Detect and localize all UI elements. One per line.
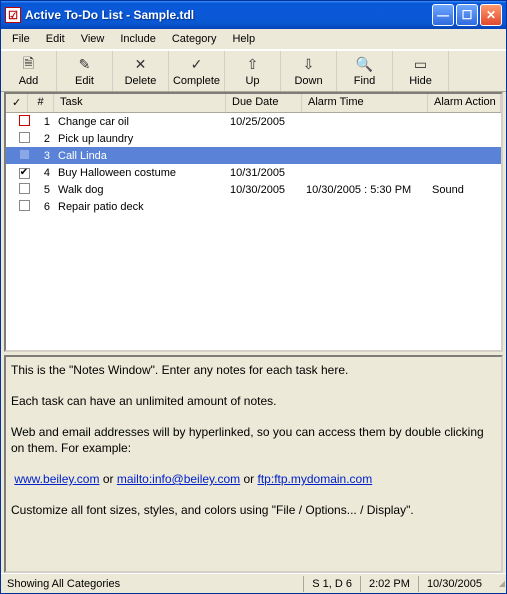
task-checkbox[interactable]: [19, 149, 30, 160]
down-icon: ⇩: [300, 56, 318, 74]
resize-grip-icon[interactable]: ◢: [490, 579, 506, 589]
hide-icon: ▭: [412, 56, 430, 74]
find-button[interactable]: 🔍Find: [337, 51, 393, 91]
task-list: ✓ # Task Due Date Alarm Time Alarm Actio…: [4, 92, 503, 352]
down-button-label: Down: [294, 75, 322, 87]
up-button-label: Up: [245, 75, 259, 87]
notes-panel[interactable]: This is the "Notes Window". Enter any no…: [4, 355, 503, 573]
add-button-label: Add: [19, 75, 39, 87]
status-counts: S 1, D 6: [303, 576, 360, 592]
menu-include[interactable]: Include: [113, 31, 162, 47]
col-num-header[interactable]: #: [28, 94, 54, 112]
task-num: 1: [34, 116, 54, 128]
minimize-button[interactable]: —: [432, 4, 454, 26]
edit-button[interactable]: ✎Edit: [57, 51, 113, 91]
close-button[interactable]: ✕: [480, 4, 502, 26]
menu-view[interactable]: View: [74, 31, 112, 47]
menubar: FileEditViewIncludeCategoryHelp: [1, 29, 506, 50]
task-name: Repair patio deck: [54, 201, 226, 213]
task-rows: 1Change car oil10/25/20052Pick up laundr…: [6, 113, 501, 350]
task-name: Change car oil: [54, 116, 226, 128]
menu-help[interactable]: Help: [225, 31, 262, 47]
task-due: 10/30/2005: [226, 184, 302, 196]
app-icon: ☑: [5, 7, 21, 23]
task-name: Pick up laundry: [54, 133, 226, 145]
complete-button-label: Complete: [173, 75, 220, 87]
find-icon: 🔍: [356, 56, 374, 74]
task-name: Buy Halloween costume: [54, 167, 226, 179]
task-row[interactable]: 3Call Linda: [6, 147, 501, 164]
toolbar: 🗎Add✎Edit✕Delete✓Complete⇧Up⇩Down🔍Find▭H…: [1, 50, 506, 92]
task-row[interactable]: 2Pick up laundry: [6, 130, 501, 147]
task-name: Walk dog: [54, 184, 226, 196]
add-icon: 🗎: [20, 56, 38, 74]
status-categories: Showing All Categories: [1, 576, 303, 592]
notes-line: This is the "Notes Window". Enter any no…: [11, 363, 496, 379]
notes-link-mail[interactable]: mailto:info@beiley.com: [117, 472, 240, 486]
delete-button-label: Delete: [125, 75, 157, 87]
status-date: 10/30/2005: [418, 576, 490, 592]
task-row[interactable]: 5Walk dog10/30/200510/30/2005 : 5:30 PMS…: [6, 181, 501, 198]
notes-link-web[interactable]: www.beiley.com: [14, 472, 99, 486]
task-due: 10/25/2005: [226, 116, 302, 128]
up-icon: ⇧: [244, 56, 262, 74]
task-due: 10/31/2005: [226, 167, 302, 179]
task-checkbox[interactable]: [19, 132, 30, 143]
task-name: Call Linda: [54, 150, 226, 162]
task-num: 3: [34, 150, 54, 162]
notes-links: www.beiley.com or mailto:info@beiley.com…: [11, 472, 496, 488]
task-checkbox[interactable]: [19, 200, 30, 211]
task-row[interactable]: 1Change car oil10/25/2005: [6, 113, 501, 130]
app-window: ☑ Active To-Do List - Sample.tdl — ☐ ✕ F…: [0, 0, 507, 594]
edit-button-label: Edit: [75, 75, 94, 87]
task-action: Sound: [428, 184, 501, 196]
complete-button[interactable]: ✓Complete: [169, 51, 225, 91]
titlebar[interactable]: ☑ Active To-Do List - Sample.tdl — ☐ ✕: [1, 1, 506, 29]
notes-line: Each task can have an unlimited amount o…: [11, 394, 496, 410]
status-time: 2:02 PM: [360, 576, 418, 592]
task-checkbox[interactable]: ✔: [19, 168, 30, 179]
delete-icon: ✕: [132, 56, 150, 74]
task-num: 5: [34, 184, 54, 196]
col-task-header[interactable]: Task: [54, 94, 226, 112]
column-header-row[interactable]: ✓ # Task Due Date Alarm Time Alarm Actio…: [6, 94, 501, 113]
task-num: 2: [34, 133, 54, 145]
task-alarm: 10/30/2005 : 5:30 PM: [302, 184, 428, 196]
menu-file[interactable]: File: [5, 31, 37, 47]
edit-icon: ✎: [76, 56, 94, 74]
task-checkbox[interactable]: [19, 115, 30, 126]
task-num: 6: [34, 201, 54, 213]
menu-category[interactable]: Category: [165, 31, 224, 47]
delete-button[interactable]: ✕Delete: [113, 51, 169, 91]
window-title: Active To-Do List - Sample.tdl: [25, 8, 432, 22]
task-row[interactable]: 6Repair patio deck: [6, 198, 501, 215]
task-num: 4: [34, 167, 54, 179]
maximize-button[interactable]: ☐: [456, 4, 478, 26]
col-alarm-header[interactable]: Alarm Time: [302, 94, 428, 112]
up-button[interactable]: ⇧Up: [225, 51, 281, 91]
notes-link-ftp[interactable]: ftp:ftp.mydomain.com: [258, 472, 373, 486]
task-row[interactable]: ✔ 4Buy Halloween costume10/31/2005: [6, 164, 501, 181]
col-due-header[interactable]: Due Date: [226, 94, 302, 112]
statusbar: Showing All Categories S 1, D 6 2:02 PM …: [1, 573, 506, 593]
hide-button[interactable]: ▭Hide: [393, 51, 449, 91]
notes-line: Web and email addresses will by hyperlin…: [11, 425, 496, 456]
complete-icon: ✓: [188, 56, 206, 74]
task-checkbox[interactable]: [19, 183, 30, 194]
down-button[interactable]: ⇩Down: [281, 51, 337, 91]
add-button[interactable]: 🗎Add: [1, 51, 57, 91]
col-check-header[interactable]: ✓: [6, 94, 28, 112]
notes-line: Customize all font sizes, styles, and co…: [11, 503, 496, 519]
col-action-header[interactable]: Alarm Action: [428, 94, 501, 112]
menu-edit[interactable]: Edit: [39, 31, 72, 47]
hide-button-label: Hide: [409, 75, 432, 87]
find-button-label: Find: [354, 75, 375, 87]
